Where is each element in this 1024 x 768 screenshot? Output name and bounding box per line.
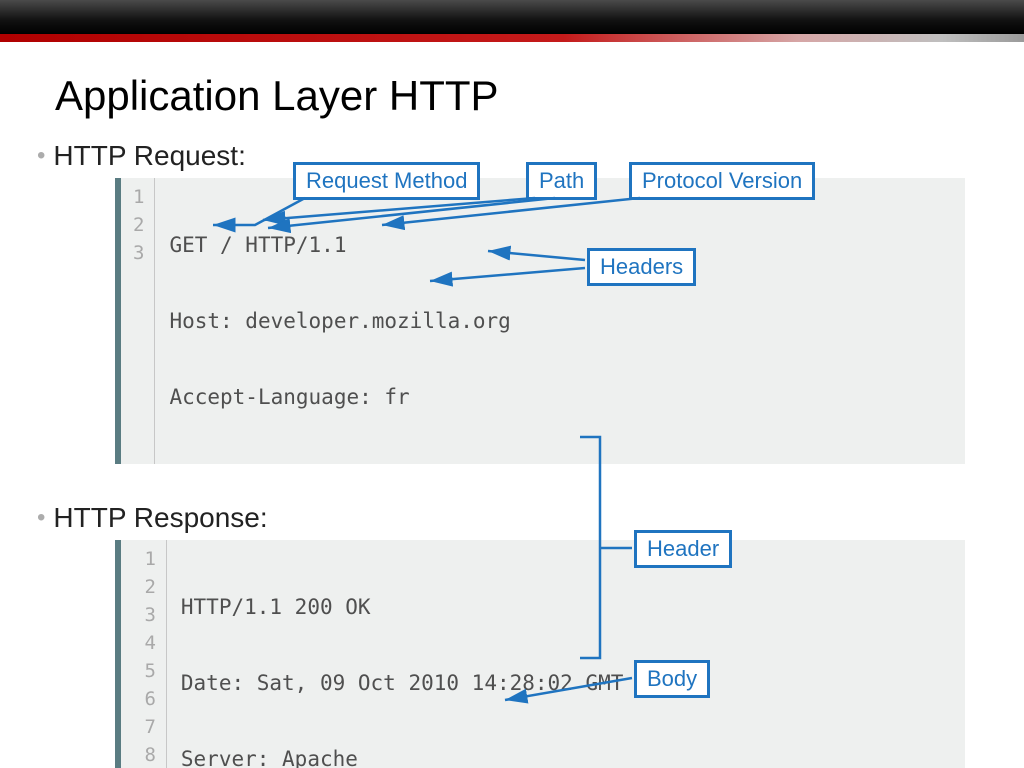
bullet-request: • HTTP Request: bbox=[55, 140, 994, 172]
request-code-block: 1 2 3 GET / HTTP/1.1 Host: developer.moz… bbox=[115, 178, 965, 464]
code-line: Accept-Language: fr bbox=[169, 383, 510, 411]
response-code: HTTP/1.1 200 OK Date: Sat, 09 Oct 2010 1… bbox=[167, 540, 937, 768]
line-number: 8 bbox=[133, 741, 156, 768]
response-gutter: 1 2 3 4 5 6 7 8 9 10 bbox=[121, 540, 167, 768]
bullet-request-label: HTTP Request: bbox=[53, 140, 245, 172]
line-number: 1 bbox=[133, 545, 156, 573]
code-line: GET / HTTP/1.1 bbox=[169, 231, 510, 259]
red-accent-bar bbox=[0, 34, 1024, 42]
tag-request-method: Request Method bbox=[293, 162, 480, 200]
tag-header: Header bbox=[634, 530, 732, 568]
bullet-dot-icon: • bbox=[37, 504, 45, 532]
request-gutter: 1 2 3 bbox=[121, 178, 155, 464]
tag-body: Body bbox=[634, 660, 710, 698]
line-number: 3 bbox=[133, 239, 144, 267]
code-line: Server: Apache bbox=[181, 745, 927, 768]
request-code: GET / HTTP/1.1 Host: developer.mozilla.o… bbox=[155, 178, 520, 464]
line-number: 2 bbox=[133, 573, 156, 601]
line-number: 5 bbox=[133, 657, 156, 685]
tag-headers: Headers bbox=[587, 248, 696, 286]
slide-content: Application Layer HTTP • HTTP Request: 1… bbox=[0, 42, 1024, 768]
line-number: 7 bbox=[133, 713, 156, 741]
bullet-dot-icon: • bbox=[37, 142, 45, 170]
code-line: Host: developer.mozilla.org bbox=[169, 307, 510, 335]
line-number: 3 bbox=[133, 601, 156, 629]
bullet-response: • HTTP Response: bbox=[55, 502, 994, 534]
top-gradient-bar bbox=[0, 0, 1024, 34]
line-number: 6 bbox=[133, 685, 156, 713]
line-number: 4 bbox=[133, 629, 156, 657]
line-number: 2 bbox=[133, 211, 144, 239]
slide-title: Application Layer HTTP bbox=[55, 72, 994, 120]
tag-path: Path bbox=[526, 162, 597, 200]
bullet-response-label: HTTP Response: bbox=[53, 502, 267, 534]
code-line: Date: Sat, 09 Oct 2010 14:28:02 GMT bbox=[181, 669, 927, 697]
line-number: 1 bbox=[133, 183, 144, 211]
code-line: HTTP/1.1 200 OK bbox=[181, 593, 927, 621]
tag-protocol-version: Protocol Version bbox=[629, 162, 815, 200]
response-code-block: 1 2 3 4 5 6 7 8 9 10 HTTP/1.1 200 OK Dat… bbox=[115, 540, 965, 768]
